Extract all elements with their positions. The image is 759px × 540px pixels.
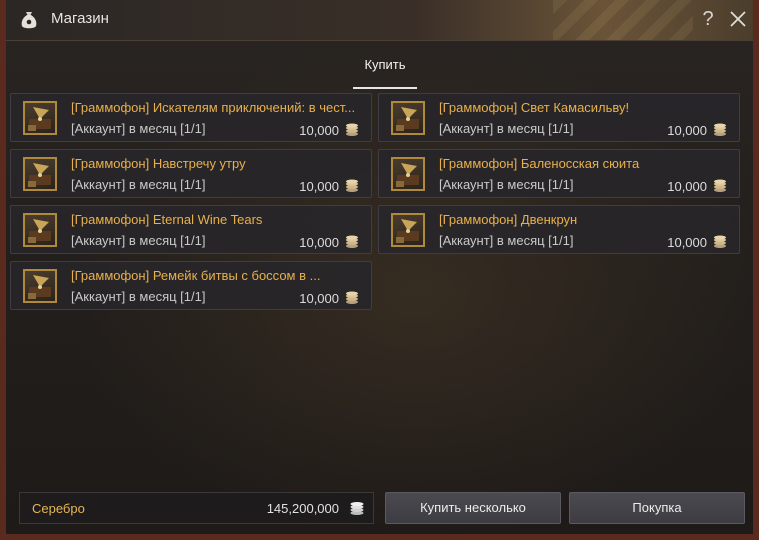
close-icon[interactable]	[729, 10, 747, 28]
item-price: 10,000	[667, 235, 707, 250]
purchase-button[interactable]: Покупка	[569, 492, 745, 524]
item-price: 10,000	[667, 179, 707, 194]
silver-coin-stack-icon	[350, 502, 364, 515]
item-name: [Граммофон] Баленосская сюита	[439, 156, 640, 171]
item-limit: [Аккаунт] в месяц [1/1]	[71, 233, 206, 248]
item-name: [Граммофон] Eternal Wine Tears	[71, 212, 263, 227]
item-card[interactable]: [Граммофон] Двенкрун [Аккаунт] в месяц […	[378, 205, 740, 254]
item-name: [Граммофон] Искателям приключений: в чес…	[71, 100, 356, 115]
gramophone-icon	[23, 157, 57, 191]
silver-coin-icon	[346, 123, 358, 136]
item-price: 10,000	[667, 123, 707, 138]
item-card[interactable]: [Граммофон] Свет Камасильву! [Аккаунт] в…	[378, 93, 740, 142]
silver-coin-icon	[346, 179, 358, 192]
item-name: [Граммофон] Свет Камасильву!	[439, 100, 630, 115]
shop-window: Магазин ? Купить [Граммофон] Искателям п…	[0, 0, 759, 540]
silver-coin-icon	[714, 235, 726, 248]
currency-label: Серебро	[32, 501, 85, 516]
silver-coin-icon	[346, 235, 358, 248]
help-icon[interactable]: ?	[698, 7, 718, 31]
item-price: 10,000	[299, 291, 339, 306]
gramophone-icon	[23, 269, 57, 303]
gramophone-icon	[23, 101, 57, 135]
buy-multiple-button[interactable]: Купить несколько	[385, 492, 561, 524]
item-name: [Граммофон] Двенкрун	[439, 212, 578, 227]
item-limit: [Аккаунт] в месяц [1/1]	[439, 233, 574, 248]
item-name: [Граммофон] Ремейк битвы с боссом в ...	[71, 268, 321, 283]
item-limit: [Аккаунт] в месяц [1/1]	[439, 177, 574, 192]
item-price: 10,000	[299, 123, 339, 138]
window-title: Магазин	[51, 10, 109, 27]
silver-coin-icon	[714, 123, 726, 136]
tab-active-indicator	[353, 87, 417, 89]
item-price: 10,000	[299, 235, 339, 250]
title-bar-decoration	[553, 0, 693, 40]
tab-buy[interactable]: Купить	[353, 55, 417, 89]
silver-balance-panel: Серебро 145,200,000	[19, 492, 374, 524]
title-bar[interactable]: Магазин ?	[6, 0, 753, 41]
item-card[interactable]: [Граммофон] Навстречу утру [Аккаунт] в м…	[10, 149, 372, 198]
item-card[interactable]: [Граммофон] Искателям приключений: в чес…	[10, 93, 372, 142]
item-price: 10,000	[299, 179, 339, 194]
item-limit: [Аккаунт] в месяц [1/1]	[71, 289, 206, 304]
currency-value: 145,200,000	[266, 501, 339, 516]
gramophone-icon	[391, 213, 425, 247]
item-name: [Граммофон] Навстречу утру	[71, 156, 246, 171]
silver-coin-icon	[346, 291, 358, 304]
tab-buy-label: Купить	[364, 57, 406, 72]
gramophone-icon	[391, 157, 425, 191]
item-limit: [Аккаунт] в месяц [1/1]	[71, 121, 206, 136]
item-card[interactable]: [Граммофон] Баленосская сюита [Аккаунт] …	[378, 149, 740, 198]
silver-coin-icon	[714, 179, 726, 192]
item-limit: [Аккаунт] в месяц [1/1]	[439, 121, 574, 136]
gramophone-icon	[23, 213, 57, 247]
item-card[interactable]: [Граммофон] Eternal Wine Tears [Аккаунт]…	[10, 205, 372, 254]
item-card[interactable]: [Граммофон] Ремейк битвы с боссом в ... …	[10, 261, 372, 310]
money-bag-icon	[21, 12, 37, 29]
gramophone-icon	[391, 101, 425, 135]
item-limit: [Аккаунт] в месяц [1/1]	[71, 177, 206, 192]
